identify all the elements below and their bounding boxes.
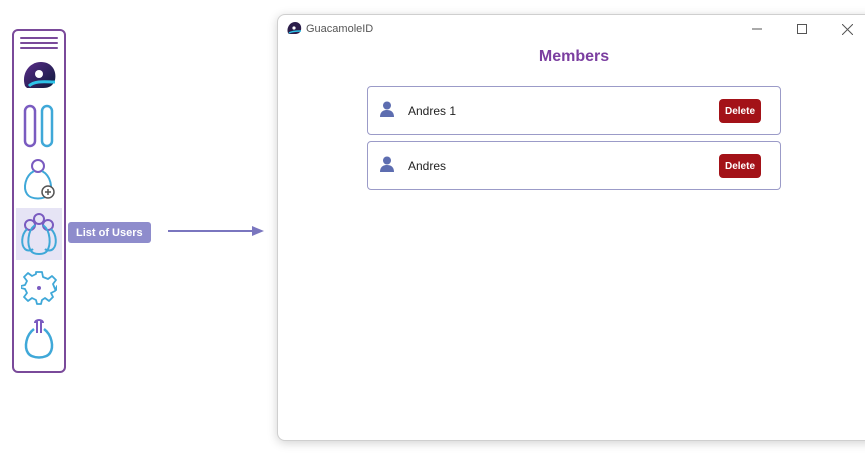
maximize-icon	[797, 24, 807, 34]
sidebar-item-pause[interactable]	[16, 103, 62, 149]
list-item: Andres Delete	[367, 141, 781, 190]
user-icon	[380, 156, 394, 172]
pause-icon	[23, 104, 54, 148]
app-logo-icon	[287, 22, 302, 34]
member-name: Andres	[408, 159, 447, 173]
close-icon	[841, 23, 853, 35]
window-title: GuacamoleID	[306, 23, 374, 35]
app-logo-icon	[23, 62, 56, 88]
add-user-icon	[24, 159, 55, 200]
sidebar-item-add-user[interactable]	[16, 157, 62, 203]
sidebar-item-list-of-users[interactable]	[16, 208, 62, 260]
sidebar-item-logout[interactable]	[16, 316, 62, 362]
member-list: Andres 1 Delete Andres Delete	[367, 86, 781, 196]
list-of-users-icon	[21, 213, 57, 255]
sidebar-item-home[interactable]	[16, 51, 62, 97]
minimize-button[interactable]	[748, 20, 766, 38]
member-name: Andres 1	[408, 104, 457, 118]
delete-button[interactable]: Delete	[719, 99, 761, 123]
app-window: GuacamoleID Members Andres 1 Delete Andr…	[277, 14, 865, 441]
minimize-icon	[752, 28, 762, 30]
sidebar-item-settings[interactable]	[16, 265, 62, 311]
gear-icon	[21, 271, 57, 305]
sidebar-tooltip: List of Users	[68, 222, 151, 243]
page-title: Members	[538, 48, 610, 65]
logout-icon	[24, 319, 54, 359]
hamburger-menu-icon[interactable]	[20, 37, 58, 49]
maximize-button[interactable]	[793, 20, 811, 38]
title-bar[interactable]: GuacamoleID	[278, 15, 865, 43]
list-item: Andres 1 Delete	[367, 86, 781, 135]
delete-button[interactable]: Delete	[719, 154, 761, 178]
close-button[interactable]	[838, 20, 856, 38]
user-icon	[380, 101, 394, 117]
arrow-right-icon	[168, 226, 264, 236]
sidebar	[12, 29, 66, 373]
